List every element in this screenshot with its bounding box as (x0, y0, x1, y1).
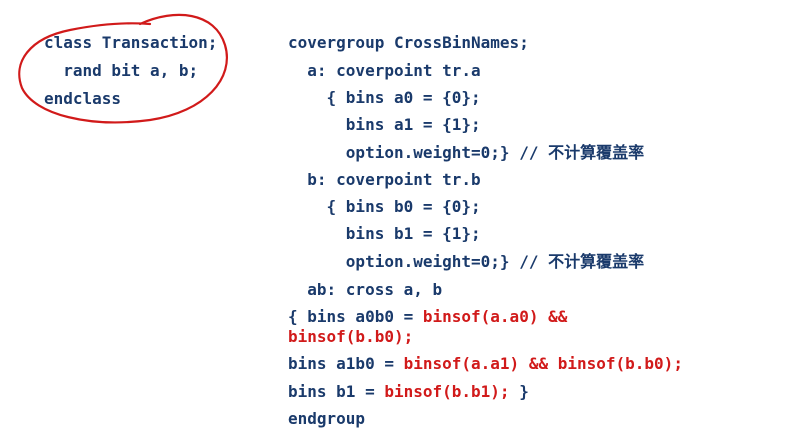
binsof-b0-expr: binsof(b.b0); (288, 327, 414, 346)
bins-a0-line: { bins a0 = {0}; (288, 88, 481, 107)
comment-no-coverage-a: 不计算覆盖率 (548, 143, 645, 162)
binsof-a1-b0-expr: binsof(a.a1) && binsof(b.b0); (403, 354, 683, 373)
option-weight-b-line: option.weight=0;} // 不计算覆盖率 (288, 252, 644, 272)
class-declaration-line: class Transaction; (44, 33, 218, 52)
bins-b1-line: bins b1 = {1}; (288, 224, 481, 243)
bins-a1b0-prefix: bins a1b0 = (288, 354, 404, 373)
closing-brace: } (509, 382, 529, 401)
endgroup-line: endgroup (288, 409, 366, 428)
slide-canvas: class Transaction; rand bit a, b; endcla… (0, 0, 791, 442)
bins-a0b0-line: { bins a0b0 = binsof(a.a0) && (288, 307, 567, 327)
bins-a1-line: bins a1 = {1}; (288, 115, 481, 134)
option-weight-a-line: option.weight=0;} // 不计算覆盖率 (288, 143, 644, 163)
covergroup-line: covergroup CrossBinNames; (288, 33, 529, 52)
binsof-a0-expr: binsof(a.a0) && (422, 307, 568, 326)
bins-b0-line: { bins b0 = {0}; (288, 197, 481, 216)
bins-b1-cross-line: bins b1 = binsof(b.b1); } (288, 382, 529, 402)
cross-ab-line: ab: cross a, b (288, 280, 443, 299)
comment-no-coverage-b: 不计算覆盖率 (548, 252, 645, 271)
rand-bit-line: rand bit a, b; (44, 61, 199, 80)
binsof-b0-line: binsof(b.b0); (288, 327, 413, 347)
endclass-line: endclass (44, 89, 122, 108)
coverpoint-b-line: b: coverpoint tr.b (288, 170, 481, 189)
coverpoint-a-line: a: coverpoint tr.a (288, 61, 481, 80)
bins-a0b0-prefix: { bins a0b0 = (288, 307, 423, 326)
bins-b1-prefix: bins b1 = (288, 382, 385, 401)
option-weight-a-code: option.weight=0;} // (288, 143, 549, 162)
bins-a1b0-line: bins a1b0 = binsof(a.a1) && binsof(b.b0)… (288, 354, 683, 374)
option-weight-b-code: option.weight=0;} // (288, 252, 549, 271)
binsof-b1-expr: binsof(b.b1); (384, 382, 510, 401)
